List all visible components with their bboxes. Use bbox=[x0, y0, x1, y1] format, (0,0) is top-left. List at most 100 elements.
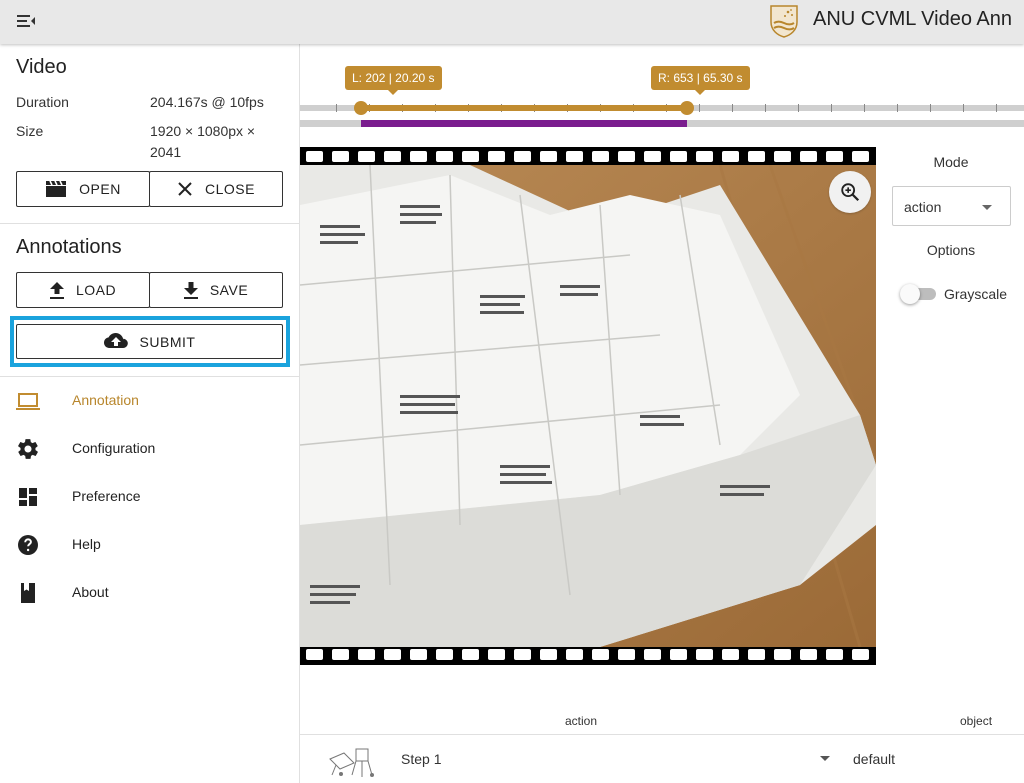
nav-about[interactable]: About bbox=[0, 569, 299, 617]
nav-label: Configuration bbox=[72, 440, 156, 456]
submit-button-label: SUBMIT bbox=[139, 333, 196, 350]
duration-label: Duration bbox=[16, 94, 69, 110]
table-row[interactable]: Step 1 default bbox=[300, 735, 1024, 783]
timeline-tick bbox=[996, 104, 997, 112]
timeline-tick bbox=[897, 104, 898, 112]
sprocket-hole bbox=[410, 151, 427, 162]
save-button[interactable]: SAVE bbox=[149, 272, 283, 308]
load-button[interactable]: LOAD bbox=[16, 272, 150, 308]
nav-label: Help bbox=[72, 536, 101, 552]
nav-preference[interactable]: Preference bbox=[0, 473, 299, 521]
timeline-tick bbox=[864, 104, 865, 112]
sprocket-hole bbox=[358, 151, 375, 162]
sprocket-hole bbox=[826, 649, 843, 660]
timeline-tick bbox=[798, 104, 799, 112]
annotation-segment[interactable] bbox=[361, 120, 687, 127]
size-value: 1920 × 1080px × 2041 bbox=[150, 123, 256, 160]
sprocket-hole bbox=[332, 151, 349, 162]
sprocket-hole bbox=[670, 151, 687, 162]
video-frame-image bbox=[300, 165, 876, 647]
sprocket-hole bbox=[852, 649, 869, 660]
sprocket-hole bbox=[332, 649, 349, 660]
annotations-heading: Annotations bbox=[16, 236, 122, 258]
timeline-tick bbox=[336, 104, 337, 112]
video-frame[interactable] bbox=[300, 147, 876, 665]
sprocket-hole bbox=[696, 649, 713, 660]
sprocket-hole bbox=[488, 649, 505, 660]
sidebar: Video Duration 204.167s @ 10fps Size 192… bbox=[0, 44, 300, 783]
left-handle[interactable] bbox=[354, 101, 368, 115]
video-heading: Video bbox=[16, 56, 67, 78]
zoom-in-icon bbox=[841, 183, 860, 202]
mode-label: Mode bbox=[933, 154, 969, 170]
sprocket-hole bbox=[384, 151, 401, 162]
close-button-label: CLOSE bbox=[205, 181, 255, 197]
sprocket-hole bbox=[618, 649, 635, 660]
sprocket-hole bbox=[514, 151, 531, 162]
submit-button[interactable]: SUBMIT bbox=[16, 324, 283, 359]
help-icon bbox=[18, 535, 38, 555]
step-label: Step 1 bbox=[401, 751, 442, 767]
step-dropdown-icon[interactable] bbox=[820, 756, 830, 761]
sprocket-hole bbox=[566, 649, 583, 660]
sprocket-hole bbox=[514, 649, 531, 660]
timeline-tick bbox=[732, 104, 733, 112]
open-button[interactable]: OPEN bbox=[16, 171, 150, 207]
options-label: Options bbox=[926, 242, 976, 258]
sprocket-hole bbox=[462, 151, 479, 162]
sprocket-hole bbox=[644, 649, 661, 660]
cloud-upload-icon bbox=[103, 333, 128, 348]
sprocket-hole bbox=[436, 151, 453, 162]
timeline-tick bbox=[831, 104, 832, 112]
nav-help[interactable]: Help bbox=[0, 521, 299, 569]
sprocket-hole bbox=[592, 649, 609, 660]
sprocket-hole bbox=[774, 151, 791, 162]
sprocket-hole bbox=[748, 649, 765, 660]
mode-select[interactable]: action bbox=[892, 186, 1011, 226]
menu-collapse-icon[interactable] bbox=[14, 9, 40, 33]
sprocket-hole bbox=[306, 649, 323, 660]
close-button[interactable]: CLOSE bbox=[149, 171, 283, 207]
timeline-tick bbox=[930, 104, 931, 112]
grayscale-toggle[interactable] bbox=[900, 284, 936, 304]
clapperboard-icon bbox=[46, 180, 67, 197]
sprocket-hole bbox=[800, 151, 817, 162]
app-bar: ANU CVML Video Ann bbox=[0, 0, 1024, 44]
sprocket-hole bbox=[488, 151, 505, 162]
timeline-tick bbox=[699, 104, 700, 112]
sprocket-hole bbox=[566, 151, 583, 162]
zoom-in-button[interactable] bbox=[829, 171, 871, 213]
download-icon bbox=[183, 281, 198, 299]
load-button-label: LOAD bbox=[75, 282, 117, 298]
timeline-tick bbox=[765, 104, 766, 112]
column-header-object: object bbox=[960, 714, 993, 728]
sprocket-hole bbox=[540, 649, 557, 660]
nav-label: Preference bbox=[72, 488, 141, 504]
size-label: Size bbox=[16, 123, 44, 139]
laptop-icon bbox=[16, 393, 40, 410]
timeline-tick bbox=[963, 104, 964, 112]
chevron-down-icon bbox=[982, 205, 992, 210]
sprocket-hole bbox=[774, 649, 791, 660]
close-icon bbox=[178, 182, 192, 196]
sprocket-hole bbox=[436, 649, 453, 660]
sprocket-hole bbox=[410, 649, 427, 660]
mode-select-value: action bbox=[904, 199, 942, 215]
nav-label: Annotation bbox=[72, 392, 139, 408]
right-handle[interactable] bbox=[680, 101, 694, 115]
save-button-label: SAVE bbox=[209, 282, 249, 298]
timeline-slider[interactable]: L: 202 | 20.20 s R: 653 | 65.30 s bbox=[300, 60, 1024, 135]
duration-value: 204.167s @ 10fps bbox=[150, 94, 264, 110]
step-thumbnail bbox=[329, 748, 374, 777]
anu-logo bbox=[768, 3, 800, 39]
sprocket-hole bbox=[592, 151, 609, 162]
sprocket-hole bbox=[540, 151, 557, 162]
sprocket-hole bbox=[670, 649, 687, 660]
gear-icon bbox=[18, 439, 38, 459]
right-range-label: R: 653 | 65.30 s bbox=[651, 66, 750, 95]
object-value: default bbox=[853, 751, 896, 767]
nav-configuration[interactable]: Configuration bbox=[0, 425, 299, 473]
sprocket-hole bbox=[748, 151, 765, 162]
sprocket-hole bbox=[462, 649, 479, 660]
nav-annotation[interactable]: Annotation bbox=[0, 377, 299, 425]
